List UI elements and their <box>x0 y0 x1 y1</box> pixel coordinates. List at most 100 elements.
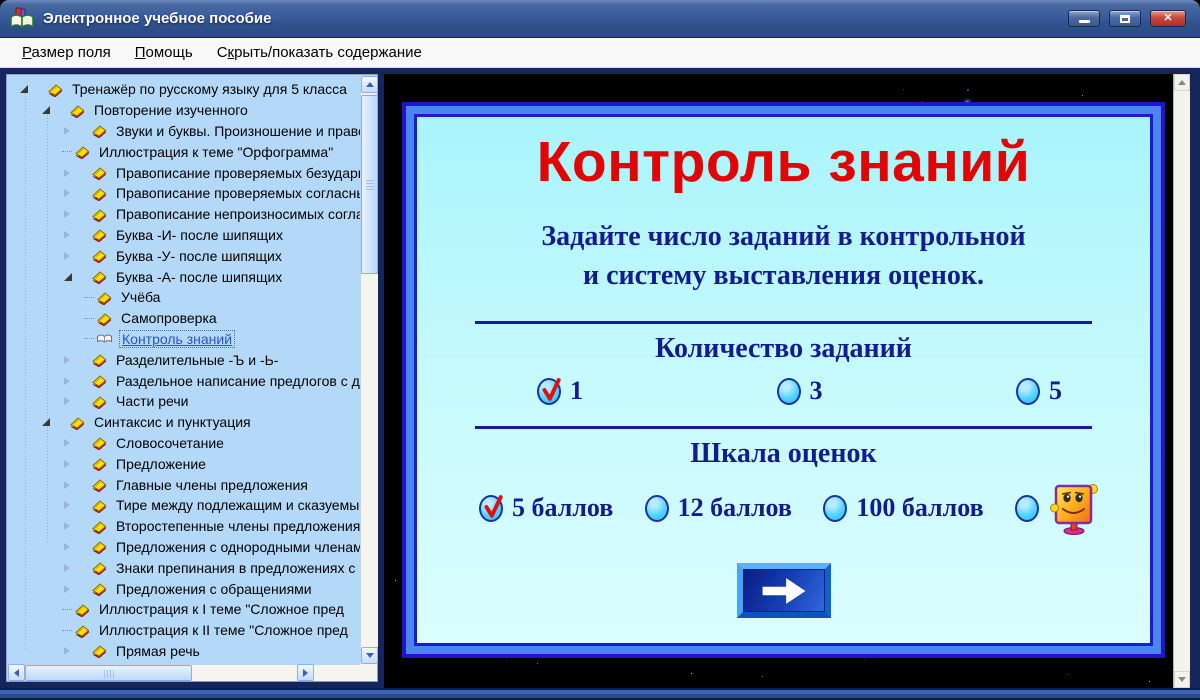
radio-option[interactable]: 3 <box>777 376 823 406</box>
book-yellow-icon <box>96 290 113 305</box>
expander-icon[interactable] <box>62 375 74 387</box>
tree-item[interactable]: Разделительные -Ъ и -Ь- <box>8 349 360 370</box>
expander-icon[interactable] <box>62 479 74 491</box>
contents-tree-panel: Тренажёр по русскому языку для 5 класса … <box>6 74 378 682</box>
tree-item-label: Буква -А- после шипящих <box>114 269 284 285</box>
radio-icon[interactable] <box>823 495 847 522</box>
radio-option[interactable]: 5 баллов <box>479 493 613 523</box>
minimize-button[interactable] <box>1068 10 1100 27</box>
book-grey-icon <box>96 331 113 346</box>
book-yellow-icon <box>69 103 86 118</box>
expander-icon[interactable] <box>62 167 74 179</box>
panel-scroll-down-button[interactable] <box>1174 671 1190 688</box>
tree-item[interactable]: Учёба <box>8 287 360 308</box>
expander-icon[interactable] <box>62 541 74 553</box>
radio-icon[interactable] <box>479 495 503 522</box>
tree-item[interactable]: Повторение изученного <box>8 100 360 121</box>
title-bar[interactable]: Электронное учебное пособие ✕ <box>0 0 1200 38</box>
expander-icon[interactable] <box>40 104 52 116</box>
tree-item[interactable]: Правописание проверяемых согласны <box>8 183 360 204</box>
tree-item[interactable]: Синтаксис и пунктуация <box>8 412 360 433</box>
tree-item[interactable]: Самопроверка <box>8 308 360 329</box>
close-button[interactable]: ✕ <box>1150 10 1186 27</box>
scroll-right-button[interactable] <box>297 664 314 681</box>
tree-item[interactable]: Предложения с однородными членам <box>8 537 360 558</box>
expander-icon[interactable] <box>62 250 74 262</box>
tree-item-label: Звуки и буквы. Произношение и право <box>114 123 360 139</box>
tree-item[interactable]: Главные члены предложения <box>8 474 360 495</box>
radio-icon[interactable] <box>537 378 561 405</box>
expander-icon[interactable] <box>62 271 74 283</box>
radio-icon[interactable] <box>1015 495 1039 522</box>
tree-item[interactable]: Буква -И- после шипящих <box>8 225 360 246</box>
tree-item[interactable]: Контроль знаний <box>8 329 360 350</box>
tree-item[interactable]: Части речи <box>8 391 360 412</box>
tree-item[interactable]: Правописание непроизносимых согла <box>8 204 360 225</box>
panel-scroll-up-button[interactable] <box>1174 74 1190 91</box>
panel-scrollbar[interactable] <box>1173 74 1190 688</box>
menu-item[interactable]: Помощь <box>125 41 203 64</box>
tree-item[interactable]: Иллюстрация к II теме "Сложное пред <box>8 620 360 641</box>
tree-item[interactable]: Раздельное написание предлогов с д <box>8 370 360 391</box>
radio-icon[interactable] <box>645 495 669 522</box>
tree-item-label: Предложения с обращениями <box>114 581 314 597</box>
scroll-up-icon <box>1178 80 1186 85</box>
tree-item[interactable]: Иллюстрация к I теме "Сложное пред <box>8 599 360 620</box>
expander-icon[interactable] <box>62 208 74 220</box>
expander-icon[interactable] <box>18 83 30 95</box>
expander-icon[interactable] <box>62 395 74 407</box>
book-yellow-icon <box>47 82 64 97</box>
expander-icon[interactable] <box>62 583 74 595</box>
tree-item[interactable]: Тренажёр по русскому языку для 5 класса <box>8 79 360 100</box>
vertical-scroll-thumb[interactable] <box>361 95 378 274</box>
expander-icon[interactable] <box>62 229 74 241</box>
tree-item[interactable]: Буква -У- после шипящих <box>8 245 360 266</box>
menu-item[interactable]: Размер поля <box>12 41 121 64</box>
menu-item[interactable]: Скрыть/показать содержание <box>207 41 432 64</box>
tree-item[interactable]: Второстепенные члены предложения <box>8 516 360 537</box>
expander-icon[interactable] <box>62 125 74 137</box>
expander-icon[interactable] <box>62 354 74 366</box>
expander-icon[interactable] <box>62 458 74 470</box>
radio-icon[interactable] <box>777 378 801 405</box>
radio-icon[interactable] <box>1016 378 1040 405</box>
tree-item[interactable]: Предложение <box>8 453 360 474</box>
book-icon <box>91 477 108 492</box>
book-yellow-icon <box>91 643 108 658</box>
radio-option[interactable]: 1 <box>537 376 583 406</box>
tree-item[interactable]: Иллюстрация к теме "Орфограмма" <box>8 141 360 162</box>
scroll-left-button[interactable] <box>8 664 25 681</box>
maximize-button[interactable] <box>1109 10 1141 27</box>
next-button[interactable] <box>737 563 831 618</box>
tree-item[interactable]: Знаки препинания в предложениях с <box>8 557 360 578</box>
tree-item[interactable]: Тире между подлежащим и сказуемым <box>8 495 360 516</box>
tree-item[interactable]: Прямая речь <box>8 641 360 662</box>
radio-option[interactable] <box>1015 481 1098 535</box>
book-yellow-icon <box>91 394 108 409</box>
tree-item[interactable]: Звуки и буквы. Произношение и право <box>8 121 360 142</box>
content-area: Тренажёр по русскому языку для 5 класса … <box>0 68 1200 700</box>
tree-item[interactable]: Предложения с обращениями <box>8 578 360 599</box>
tree-item[interactable]: Правописание проверяемых безударн <box>8 162 360 183</box>
expander-icon[interactable] <box>40 416 52 428</box>
scroll-down-button[interactable] <box>361 647 378 664</box>
expander-icon[interactable] <box>62 187 74 199</box>
book-icon <box>69 415 86 430</box>
book-icon <box>91 435 108 450</box>
radio-option[interactable]: 12 баллов <box>645 493 792 523</box>
radio-option[interactable]: 100 баллов <box>823 493 983 523</box>
expander-icon[interactable] <box>62 645 74 657</box>
book-icon <box>91 123 108 138</box>
expander-icon[interactable] <box>62 520 74 532</box>
tree-item[interactable]: Буква -А- после шипящих <box>8 266 360 287</box>
tree-item[interactable]: Словосочетание <box>8 433 360 454</box>
tree-item-label: Знаки препинания в предложениях с <box>114 560 357 576</box>
expander-icon[interactable] <box>62 437 74 449</box>
scroll-up-button[interactable] <box>361 76 378 93</box>
horizontal-scroll-thumb[interactable] <box>25 665 192 681</box>
radio-option[interactable]: 5 <box>1016 376 1062 406</box>
tree-vertical-scrollbar[interactable] <box>360 76 377 664</box>
tree-horizontal-scrollbar[interactable] <box>8 664 361 681</box>
expander-icon[interactable] <box>62 499 74 511</box>
expander-icon[interactable] <box>62 562 74 574</box>
